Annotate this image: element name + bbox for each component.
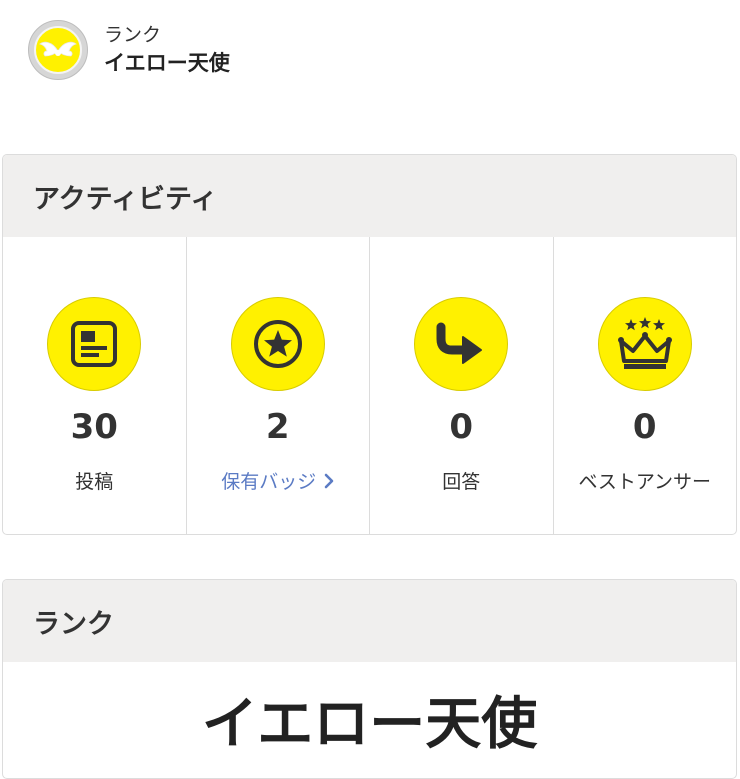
reply-arrow-icon — [414, 297, 509, 391]
rank-name: イエロー天使 — [104, 51, 230, 75]
badges-link[interactable]: 保有バッジ — [187, 467, 370, 494]
stat-posts-value: 30 — [70, 407, 118, 447]
stat-posts-label: 投稿 — [75, 471, 114, 493]
rank-caption: ランク — [104, 24, 162, 46]
stat-answers-value: 0 — [449, 407, 474, 447]
angel-wings-icon — [39, 41, 77, 57]
activity-stats: 30 投稿 2 保有バッジ 0 回答 0 ベストアンサー — [3, 237, 737, 534]
star-badge-icon — [230, 297, 325, 391]
rank-card: ランク イエロー天使 — [2, 579, 737, 779]
badges-link-label: 保有バッジ — [221, 471, 317, 493]
chevron-right-icon — [324, 472, 334, 494]
activity-card: アクティビティ 30 投稿 2 保有バッジ 0 回答 0 ベストアンサー — [2, 154, 737, 535]
stat-best-answers-label: ベストアンサー — [578, 471, 712, 493]
stat-posts[interactable]: 30 投稿 — [3, 237, 187, 534]
activity-title: アクティビティ — [3, 155, 736, 237]
post-icon — [47, 297, 142, 391]
stat-best-answers[interactable]: 0 ベストアンサー — [554, 237, 737, 534]
stat-answers-label: 回答 — [442, 471, 481, 493]
rank-badge — [28, 20, 88, 80]
rank-section-name: イエロー天使 — [201, 692, 538, 757]
crown-icon — [597, 297, 692, 391]
stat-answers[interactable]: 0 回答 — [370, 237, 554, 534]
stat-best-answers-value: 0 — [632, 407, 657, 447]
stat-badges[interactable]: 2 保有バッジ — [187, 237, 370, 534]
rank-section-title: ランク — [3, 580, 736, 662]
stat-badges-value: 2 — [265, 407, 290, 447]
profile-rank-header: ランク イエロー天使 — [28, 18, 230, 82]
